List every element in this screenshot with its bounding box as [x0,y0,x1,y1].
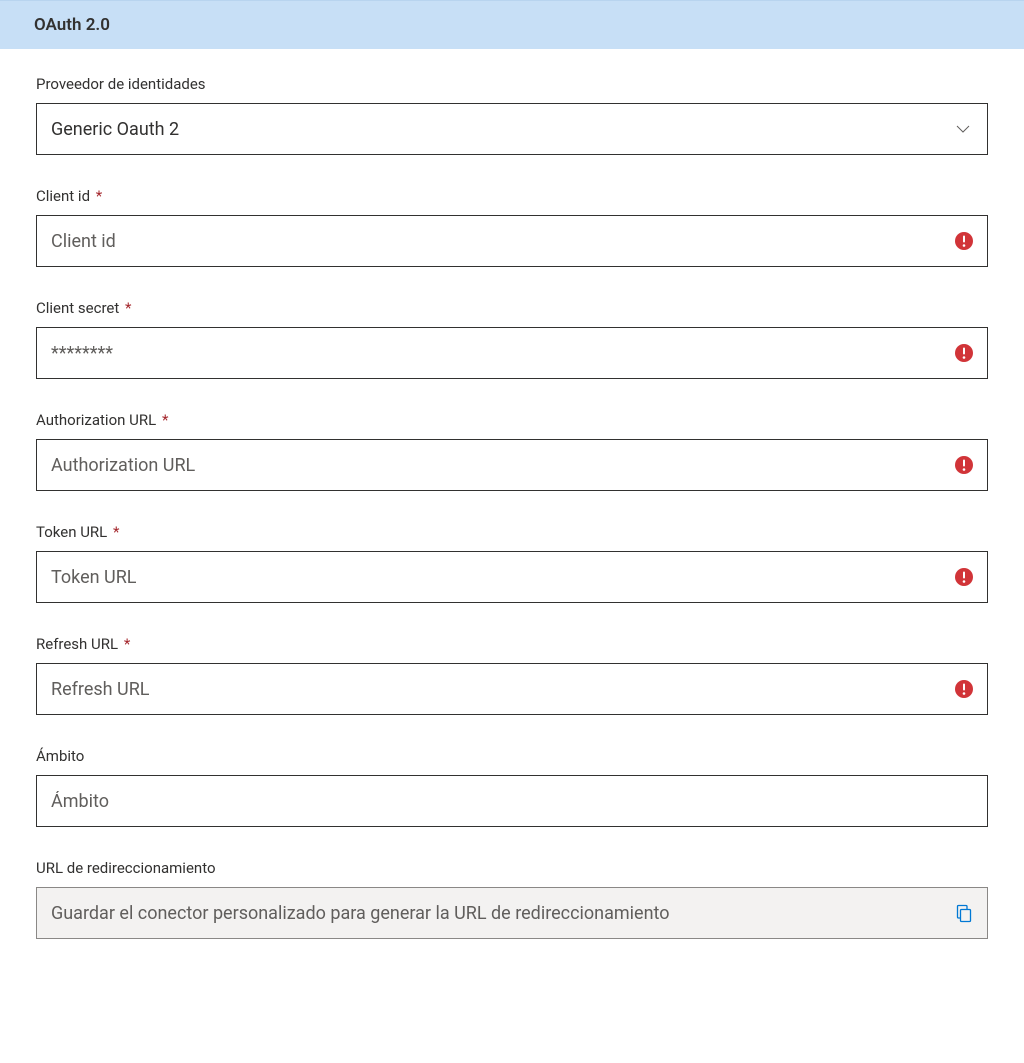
required-indicator: * [113,523,119,541]
authorization-url-label: Authorization URL * [36,411,988,429]
refresh-url-group: Refresh URL * [36,635,988,715]
error-icon [954,343,974,363]
client-secret-group: Client secret * [36,299,988,379]
scope-label: Ámbito [36,747,988,765]
copy-icon[interactable] [954,903,974,923]
client-secret-label: Client secret * [36,299,988,317]
error-icon [954,455,974,475]
client-secret-input[interactable] [36,327,988,379]
required-indicator: * [125,299,131,317]
refresh-url-label: Refresh URL * [36,635,988,653]
error-icon [954,567,974,587]
scope-input[interactable] [36,775,988,827]
client-id-group: Client id * [36,187,988,267]
authorization-url-group: Authorization URL * [36,411,988,491]
authorization-url-input[interactable] [36,439,988,491]
client-id-input-wrapper [36,215,988,267]
section-title: OAuth 2.0 [34,15,110,35]
scope-group: Ámbito [36,747,988,827]
redirect-url-label: URL de redireccionamiento [36,859,988,877]
error-icon [954,679,974,699]
scope-input-wrapper [36,775,988,827]
required-indicator: * [124,635,130,653]
redirect-url-input [36,887,988,939]
client-secret-input-wrapper [36,327,988,379]
client-id-label: Client id * [36,187,988,205]
identity-provider-select-wrapper [36,103,988,155]
redirect-url-input-wrapper [36,887,988,939]
required-indicator: * [96,187,102,205]
section-header: OAuth 2.0 [0,0,1024,49]
required-indicator: * [162,411,168,429]
token-url-input[interactable] [36,551,988,603]
refresh-url-input-wrapper [36,663,988,715]
token-url-label: Token URL * [36,523,988,541]
refresh-url-input[interactable] [36,663,988,715]
authorization-url-input-wrapper [36,439,988,491]
error-icon [954,231,974,251]
client-id-input[interactable] [36,215,988,267]
form-area: Proveedor de identidades Client id * Cli… [0,49,1024,959]
redirect-url-group: URL de redireccionamiento [36,859,988,939]
identity-provider-label: Proveedor de identidades [36,75,988,93]
token-url-input-wrapper [36,551,988,603]
token-url-group: Token URL * [36,523,988,603]
identity-provider-group: Proveedor de identidades [36,75,988,155]
identity-provider-select[interactable] [36,103,988,155]
